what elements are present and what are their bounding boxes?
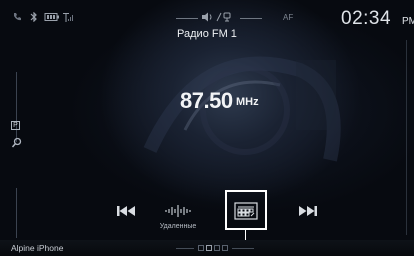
preset-p-button[interactable]: P <box>11 121 20 130</box>
search-icon[interactable] <box>11 136 23 148</box>
frequency-unit: MHz <box>236 96 259 108</box>
battery-icon <box>44 12 60 25</box>
footer-divider-right <box>232 248 254 249</box>
seek-previous-button[interactable] <box>112 199 140 223</box>
signal-waveform-icon <box>165 205 191 217</box>
skip-next-icon <box>299 206 317 216</box>
page-dot <box>198 245 204 251</box>
left-side-rail: P <box>8 42 26 238</box>
page-dot <box>214 245 220 251</box>
status-divider-left <box>176 18 198 19</box>
phone-signal-icon <box>12 12 22 25</box>
status-bar: AF 02:34 PM <box>0 0 414 30</box>
audio-status-icons <box>200 12 238 25</box>
distant-scan-button[interactable] <box>160 199 196 223</box>
clock-time: 02:34 <box>341 8 392 29</box>
right-edge-divider <box>406 40 407 235</box>
callout-highlight-box <box>225 190 267 230</box>
page-dot <box>206 245 212 251</box>
clock-suffix: PM <box>402 16 414 27</box>
source-device-name: Alpine iPhone <box>11 243 64 253</box>
seek-next-button[interactable] <box>294 199 322 223</box>
rail-divider <box>16 188 17 238</box>
station-name: Радио FM 1 <box>177 28 237 40</box>
status-divider-right <box>240 18 262 19</box>
frequency-value: 87.50 <box>180 88 233 113</box>
page-dot <box>222 245 228 251</box>
distant-scan-label: Удаленные <box>159 223 197 230</box>
radio-screen: AF 02:34 PM Радио FM 1 P 87.50 MHz Удале… <box>0 0 414 256</box>
signal-bars-icon <box>62 12 74 25</box>
bluetooth-icon <box>28 11 40 25</box>
af-indicator: AF <box>283 13 294 22</box>
skip-previous-icon <box>117 206 135 216</box>
rail-divider <box>16 72 17 142</box>
